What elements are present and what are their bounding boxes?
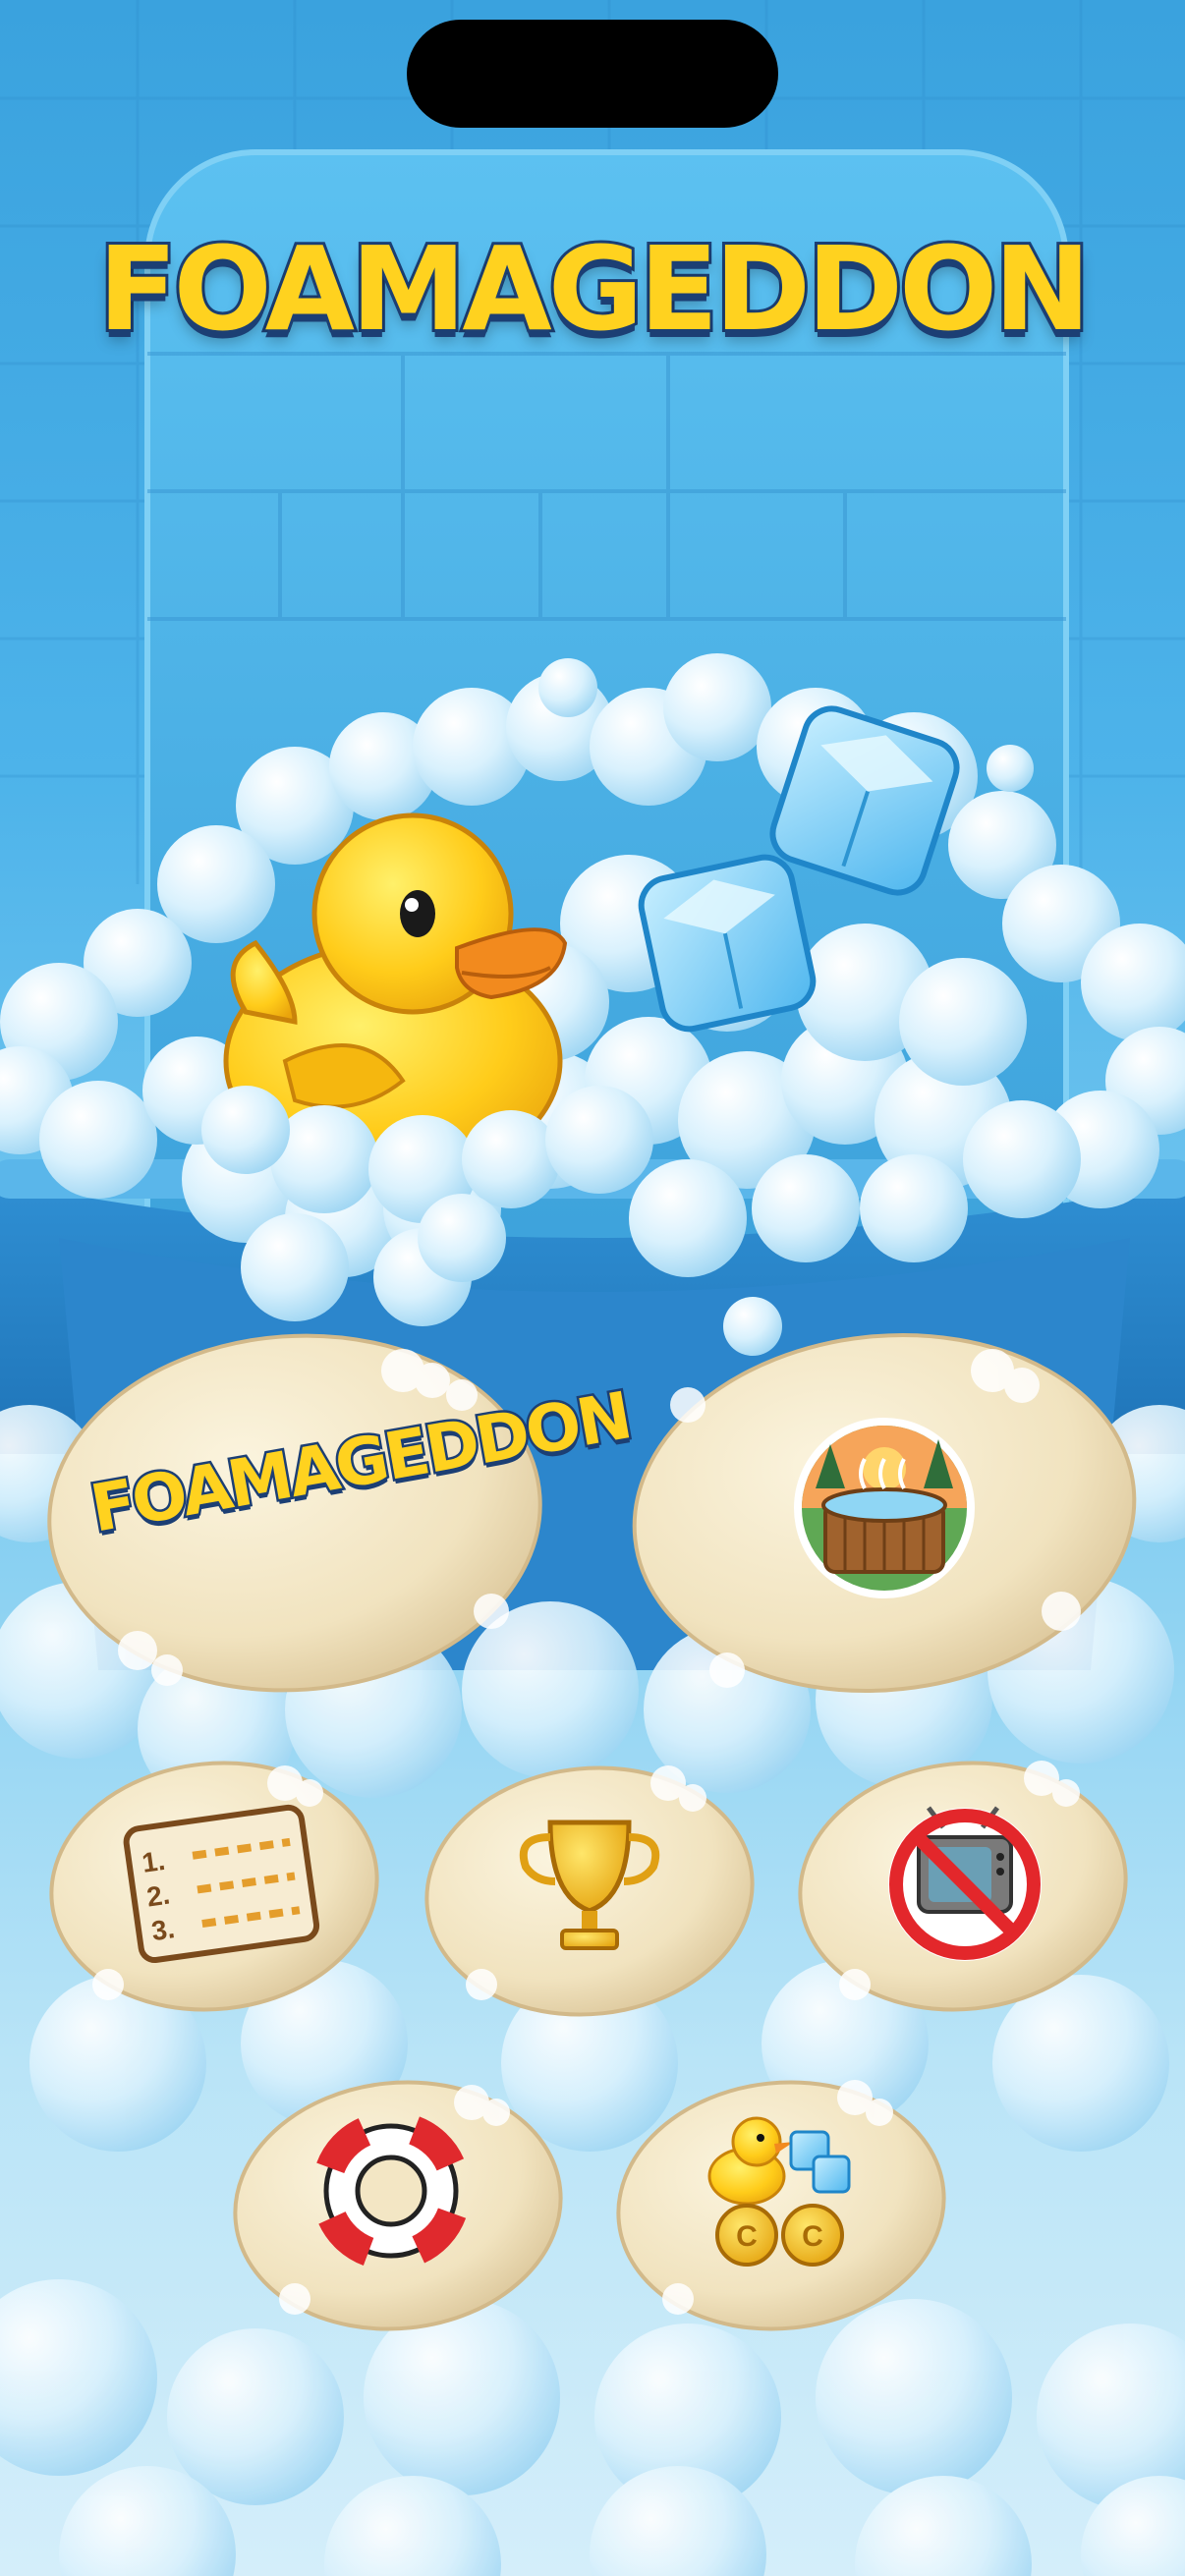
hot-tub-icon — [794, 1418, 975, 1598]
game-title: FOAMAGEDDON — [95, 218, 1094, 360]
list-number-1: 1. — [140, 1845, 166, 1878]
coin-letter-2: C — [802, 2220, 823, 2253]
no-tv-icon — [888, 1806, 1042, 1961]
dynamic-island — [407, 20, 778, 128]
game-scene: 1. 2. 3. C C — [0, 0, 1185, 2576]
list-number-2: 2. — [144, 1879, 171, 1913]
coin-letter-1: C — [736, 2220, 758, 2253]
list-number-3: 3. — [149, 1913, 176, 1946]
trophy-button[interactable] — [415, 1752, 764, 2030]
